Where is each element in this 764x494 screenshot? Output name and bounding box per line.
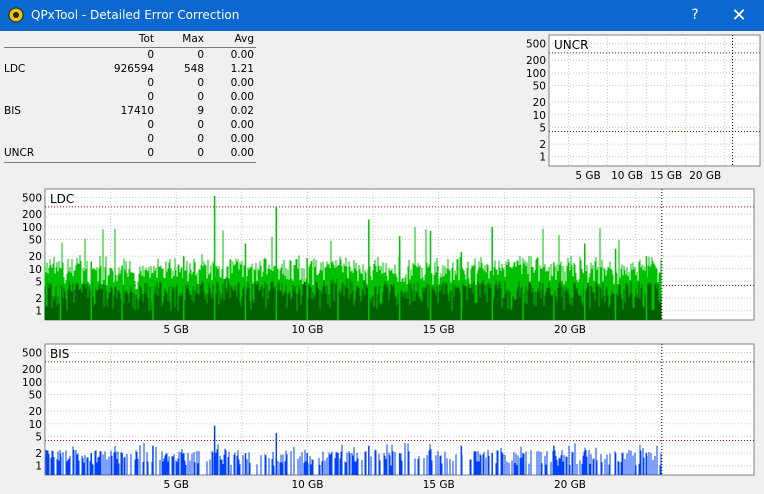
y-tick-label: 50 xyxy=(29,234,42,246)
row-max: 9 xyxy=(197,105,204,117)
help-button[interactable]: ? xyxy=(675,0,715,31)
y-tick-label: 2 xyxy=(539,139,546,151)
x-tick-label: 5 GB xyxy=(164,324,189,336)
row-max: 0 xyxy=(197,91,204,103)
title-bar: QPxTool - Detailed Error Correction ? ✕ xyxy=(0,0,764,31)
row-max: 0 xyxy=(197,133,204,145)
row-max: 0 xyxy=(197,147,204,159)
x-tick-label: 10 GB xyxy=(291,324,323,336)
chart-title: BIS xyxy=(50,347,69,361)
row-tot: 0 xyxy=(147,133,154,145)
qpxtool-app-icon xyxy=(8,7,24,23)
stats-row: 0 0 0.00 xyxy=(0,77,262,91)
row-label: UNCR xyxy=(4,147,35,159)
y-tick-label: 10 xyxy=(533,110,546,122)
y-tick-label: 500 xyxy=(526,39,546,51)
y-tick-label: 5 xyxy=(539,122,546,134)
window-title: QPxTool - Detailed Error Correction xyxy=(31,8,240,22)
x-tick-label: 15 GB xyxy=(423,479,455,491)
chart-title: LDC xyxy=(50,192,74,206)
row-avg: 0.00 xyxy=(230,147,254,159)
y-tick-label: 500 xyxy=(22,193,42,205)
y-tick-label: 2 xyxy=(35,293,42,305)
y-tick-label: 50 xyxy=(533,80,546,92)
header-avg: Avg xyxy=(234,33,254,45)
row-max: 0 xyxy=(197,77,204,89)
x-tick-label: 20 GB xyxy=(554,479,586,491)
y-tick-label: 10 xyxy=(29,264,42,276)
y-tick-label: 1 xyxy=(35,306,42,318)
bis-chart: 5002001005020105215 GB 10 GB 15 GB 20 GBBIS xyxy=(22,343,755,491)
stats-table: Tot Max Avg 0 0 0.00 LDC 926594 548 1.21 0 0 0.00… xyxy=(0,33,262,163)
y-tick-label: 500 xyxy=(22,348,42,360)
row-avg: 0.00 xyxy=(230,133,254,145)
row-max: 548 xyxy=(183,63,204,75)
row-avg: 0.02 xyxy=(230,105,254,117)
y-tick-label: 200 xyxy=(526,55,546,67)
row-avg: 0.00 xyxy=(230,119,254,131)
stats-row: BIS 17410 9 0.02 xyxy=(0,105,262,119)
y-tick-label: 5 xyxy=(35,276,42,288)
y-tick-label: 100 xyxy=(526,68,546,80)
row-max: 0 xyxy=(197,49,204,61)
y-tick-label: 2 xyxy=(35,448,42,460)
row-tot: 0 xyxy=(147,119,154,131)
stats-row: 0 0 0.00 xyxy=(0,133,262,147)
row-avg: 0.00 xyxy=(230,91,254,103)
row-tot: 0 xyxy=(147,49,154,61)
stats-header-row: Tot Max Avg xyxy=(0,33,262,47)
header-tot: Tot xyxy=(138,33,154,45)
y-tick-label: 100 xyxy=(22,377,42,389)
x-tick-label: 10 GB xyxy=(291,479,323,491)
row-avg: 1.21 xyxy=(230,63,254,75)
stats-row: UNCR 0 0 0.00 xyxy=(0,147,262,161)
row-label: BIS xyxy=(4,105,21,117)
row-tot: 0 xyxy=(147,91,154,103)
close-button[interactable]: ✕ xyxy=(719,0,759,31)
header-divider xyxy=(4,47,256,48)
footer-divider xyxy=(4,162,256,163)
row-label: LDC xyxy=(4,63,26,75)
y-tick-label: 50 xyxy=(29,389,42,401)
header-max: Max xyxy=(182,33,204,45)
uncr-chart: 5002001005020105215 GB 10 GB 15 GB 20 GBUNC… xyxy=(526,34,761,182)
row-tot: 0 xyxy=(147,147,154,159)
row-max: 0 xyxy=(197,119,204,131)
y-tick-label: 200 xyxy=(22,209,42,221)
y-tick-label: 20 xyxy=(29,406,42,418)
x-tick-label: 10 GB xyxy=(611,170,643,182)
stats-row: 0 0 0.00 xyxy=(0,119,262,133)
y-tick-label: 5 xyxy=(35,431,42,443)
row-tot: 0 xyxy=(147,77,154,89)
ldc-chart: 5002001005020105215 GB 10 GB 15 GB 20 GBLDC xyxy=(22,188,755,336)
y-tick-label: 20 xyxy=(533,97,546,109)
stats-row: LDC 926594 548 1.21 xyxy=(0,63,262,77)
row-tot: 926594 xyxy=(113,63,154,75)
y-tick-label: 1 xyxy=(35,461,42,473)
row-tot: 17410 xyxy=(120,105,154,117)
chart-title: UNCR xyxy=(554,38,588,52)
x-tick-label: 5 GB xyxy=(164,479,189,491)
y-tick-label: 10 xyxy=(29,419,42,431)
x-tick-label: 20 GB xyxy=(554,324,586,336)
stats-row: 0 0 0.00 xyxy=(0,91,262,105)
y-tick-label: 20 xyxy=(29,251,42,263)
stats-row: 0 0 0.00 xyxy=(0,49,262,63)
x-tick-label: 5 GB xyxy=(575,170,600,182)
y-tick-label: 200 xyxy=(22,364,42,376)
stats-body: 0 0 0.00 LDC 926594 548 1.21 0 0 0.00 0 0 0.00 BIS 174… xyxy=(0,49,262,161)
plot-area xyxy=(548,34,761,167)
x-tick-label: 15 GB xyxy=(423,324,455,336)
y-tick-label: 100 xyxy=(22,222,42,234)
row-avg: 0.00 xyxy=(230,49,254,61)
row-avg: 0.00 xyxy=(230,77,254,89)
y-tick-label: 1 xyxy=(539,152,546,164)
x-tick-label: 15 GB xyxy=(650,170,682,182)
x-tick-label: 20 GB xyxy=(689,170,721,182)
